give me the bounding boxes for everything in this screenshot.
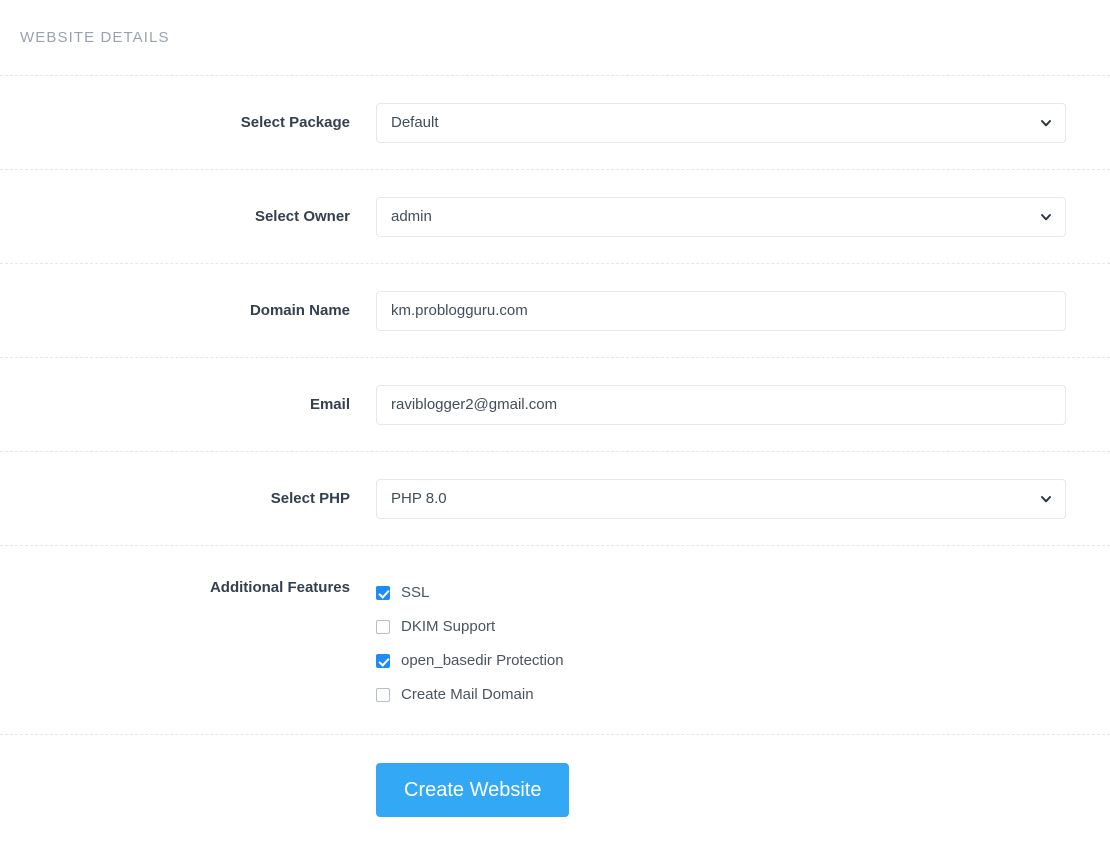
form-row-email: Email: [0, 358, 1110, 452]
create-website-button[interactable]: Create Website: [376, 763, 569, 817]
website-details-panel: WEBSITE DETAILS Select Package Default S…: [0, 0, 1110, 856]
checkbox-ssl[interactable]: [376, 586, 390, 600]
control-email: [350, 385, 1110, 425]
label-email: Email: [0, 395, 350, 415]
checkbox-label-create-mail-domain: Create Mail Domain: [401, 686, 534, 704]
checkbox-item-ssl[interactable]: SSL: [376, 576, 1066, 610]
label-select-package: Select Package: [0, 113, 350, 133]
panel-header: WEBSITE DETAILS: [0, 0, 1110, 76]
control-select-php: PHP 8.0: [350, 479, 1110, 519]
label-select-owner: Select Owner: [0, 207, 350, 227]
control-additional-features: SSL DKIM Support open_basedir Protection…: [350, 576, 1110, 712]
domain-name-input[interactable]: [376, 291, 1066, 331]
page-title: WEBSITE DETAILS: [20, 29, 170, 46]
form-row-php: Select PHP PHP 8.0: [0, 452, 1110, 546]
control-submit: Create Website: [350, 763, 1110, 817]
checkbox-item-dkim-support[interactable]: DKIM Support: [376, 610, 1066, 644]
checkbox-label-open-basedir-protection: open_basedir Protection: [401, 652, 564, 670]
checkbox-item-open-basedir-protection[interactable]: open_basedir Protection: [376, 644, 1066, 678]
form-row-package: Select Package Default: [0, 76, 1110, 170]
checkbox-label-ssl: SSL: [401, 584, 429, 602]
package-select[interactable]: Default: [376, 103, 1066, 143]
control-domain-name: [350, 291, 1110, 331]
control-select-owner: admin: [350, 197, 1110, 237]
email-input[interactable]: [376, 385, 1066, 425]
additional-features-list: SSL DKIM Support open_basedir Protection…: [376, 576, 1066, 712]
checkbox-item-create-mail-domain[interactable]: Create Mail Domain: [376, 678, 1066, 712]
owner-select[interactable]: admin: [376, 197, 1066, 237]
form-row-submit: Create Website: [0, 735, 1110, 845]
form-row-domain: Domain Name: [0, 264, 1110, 358]
control-select-package: Default: [350, 103, 1110, 143]
owner-select-wrapper: admin: [376, 197, 1066, 237]
package-select-wrapper: Default: [376, 103, 1066, 143]
php-select[interactable]: PHP 8.0: [376, 479, 1066, 519]
label-domain-name: Domain Name: [0, 301, 350, 321]
label-select-php: Select PHP: [0, 489, 350, 509]
checkbox-dkim-support[interactable]: [376, 620, 390, 634]
form-row-additional-features: Additional Features SSL DKIM Support ope…: [0, 546, 1110, 735]
checkbox-open-basedir-protection[interactable]: [376, 654, 390, 668]
checkbox-label-dkim-support: DKIM Support: [401, 618, 495, 636]
php-select-wrapper: PHP 8.0: [376, 479, 1066, 519]
checkbox-create-mail-domain[interactable]: [376, 688, 390, 702]
form-row-owner: Select Owner admin: [0, 170, 1110, 264]
label-additional-features: Additional Features: [0, 576, 350, 598]
